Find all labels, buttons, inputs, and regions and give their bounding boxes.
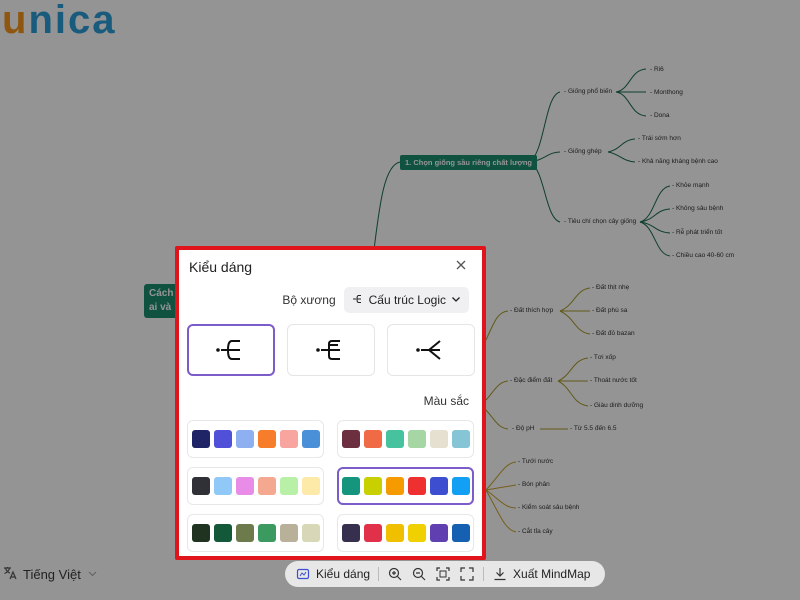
color-palette-option[interactable] [337,420,474,458]
color-swatch [341,524,360,542]
color-swatch [301,477,320,495]
color-swatch [429,430,448,448]
download-icon [492,566,508,582]
color-swatch [279,477,298,495]
color-swatch [213,430,232,448]
color-palette-option[interactable] [187,467,324,505]
color-swatch [363,524,382,542]
color-swatch [301,524,320,542]
dialog-title: Kiểu dáng [189,259,253,275]
style-icon [295,566,311,582]
layout-option-fan-right[interactable] [387,324,475,376]
chevron-down-icon [88,569,97,580]
color-swatch [451,524,470,542]
color-swatch [257,477,276,495]
color-swatch [407,430,426,448]
color-swatch [451,477,470,495]
color-swatch [385,430,404,448]
color-swatch [213,524,232,542]
skeleton-row: Bộ xương Cấu trúc Logic [282,287,469,313]
export-mindmap-button[interactable]: Xuất MindMap [492,566,590,582]
layout-option-logic-right[interactable] [187,324,275,376]
color-swatch [191,430,210,448]
style-dialog: Kiểu dáng Bộ xương Cấu trúc Logic Màu sắ… [179,250,482,556]
color-palette-option[interactable] [187,514,324,552]
color-swatch [429,477,448,495]
logic-right-icon [216,340,240,360]
tree-right-icon [316,340,340,360]
color-swatch [429,524,448,542]
color-swatch [363,430,382,448]
color-swatch [279,430,298,448]
skeleton-label: Bộ xương [282,293,336,307]
color-swatch [385,524,404,542]
color-swatch [407,524,426,542]
color-label: Màu sắc [423,394,469,408]
color-swatch [235,477,254,495]
fan-right-icon [416,340,441,360]
layout-options [187,324,475,376]
skeleton-select-value: Cấu trúc Logic [368,293,446,307]
color-swatch [191,477,210,495]
translate-icon [2,565,18,584]
language-label: Tiếng Việt [23,566,81,582]
chevron-down-icon [451,293,461,307]
zoom-out-icon[interactable] [411,566,427,582]
style-button-label: Kiểu dáng [316,567,371,581]
toolbar-divider [483,567,485,581]
layout-option-tree-right[interactable] [287,324,375,376]
skeleton-select[interactable]: Cấu trúc Logic [343,287,469,313]
style-button[interactable]: Kiểu dáng [295,566,370,582]
color-palette-option[interactable] [337,467,474,505]
color-swatch [301,430,320,448]
color-swatch [213,477,232,495]
logic-structure-icon [352,293,364,308]
fit-screen-icon[interactable] [435,566,451,582]
toolbar-divider [378,567,380,581]
color-swatch [341,430,360,448]
color-swatch [341,477,360,495]
color-swatch [279,524,298,542]
color-swatch [191,524,210,542]
color-palette-option[interactable] [187,420,324,458]
highlight-frame: Kiểu dáng Bộ xương Cấu trúc Logic Màu sắ… [175,246,486,560]
close-icon[interactable] [454,259,468,273]
bottom-toolbar: Kiểu dáng Xuất MindMap [285,561,605,587]
zoom-in-icon[interactable] [387,566,403,582]
color-palettes [187,420,477,552]
color-swatch [363,477,382,495]
color-swatch [257,430,276,448]
color-swatch [235,524,254,542]
fullscreen-icon[interactable] [459,566,475,582]
language-selector[interactable]: Tiếng Việt [2,563,97,585]
color-swatch [451,430,470,448]
color-palette-option[interactable] [337,514,474,552]
color-swatch [407,477,426,495]
color-swatch [385,477,404,495]
export-mindmap-label: Xuất MindMap [513,567,591,581]
color-swatch [257,524,276,542]
color-swatch [235,430,254,448]
